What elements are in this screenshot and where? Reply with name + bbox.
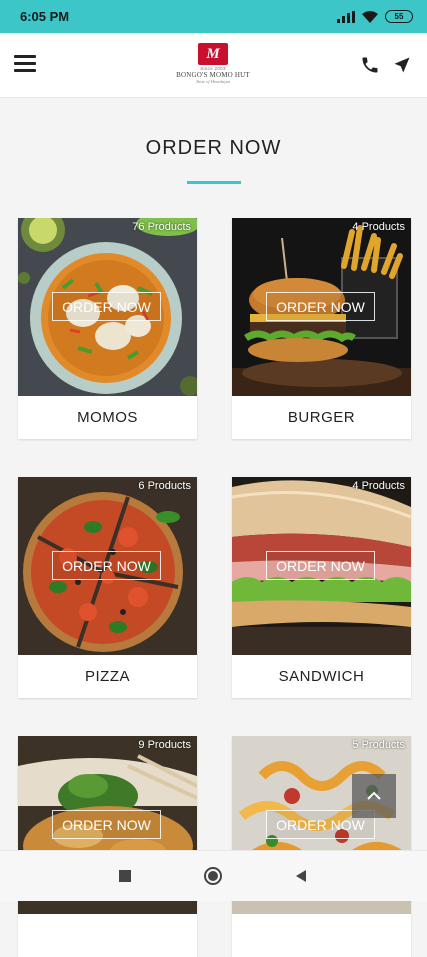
product-count: 4 Products — [352, 480, 405, 492]
menu-icon[interactable] — [14, 55, 36, 73]
product-count: 76 Products — [132, 221, 191, 233]
order-now-button[interactable]: ORDER NOW — [52, 810, 161, 839]
category-name[interactable]: PIZZA — [18, 655, 197, 698]
status-bar: 6:05 PM 55 — [0, 0, 427, 33]
product-count: 4 Products — [352, 221, 405, 233]
category-name[interactable]: SANDWICH — [232, 655, 411, 698]
signal-icon — [337, 10, 355, 23]
pizza-image: 6 Products ORDER NOW — [18, 477, 197, 655]
status-icons: 55 — [337, 10, 413, 23]
phone-icon[interactable] — [360, 55, 380, 75]
momos-image: 76 Products ORDER NOW — [18, 218, 197, 396]
brand-logo[interactable]: M Since 2003 BONGO'S MOMO HUT Taste of H… — [163, 43, 263, 89]
status-time: 6:05 PM — [20, 9, 70, 24]
category-card-momos[interactable]: 76 Products ORDER NOW MOMOS — [18, 218, 197, 439]
order-now-button[interactable]: ORDER NOW — [266, 292, 375, 321]
order-now-button[interactable]: ORDER NOW — [266, 551, 375, 580]
navigation-icon[interactable] — [392, 55, 412, 75]
system-nav-bar — [0, 850, 427, 901]
category-card-5[interactable]: 9 Products ORDER NOW — [18, 736, 197, 957]
category-card-sandwich[interactable]: 4 Products ORDER NOW SANDWICH — [232, 477, 411, 698]
square-icon[interactable] — [114, 865, 136, 887]
category-name[interactable]: MOMOS — [18, 396, 197, 439]
title-underline — [187, 181, 241, 184]
back-triangle-icon[interactable] — [290, 865, 312, 887]
burger-image: 4 Products ORDER NOW — [232, 218, 411, 396]
category-card-6[interactable]: 5 Products ORDER NOW — [232, 736, 411, 957]
product-count: 6 Products — [138, 480, 191, 492]
order-now-button[interactable]: ORDER NOW — [52, 292, 161, 321]
category-card-burger[interactable]: 4 Products ORDER NOW BURGER — [232, 218, 411, 439]
chevron-up-icon — [367, 791, 381, 800]
page-title: ORDER NOW — [145, 137, 282, 159]
order-now-button[interactable]: ORDER NOW — [52, 551, 161, 580]
wifi-icon — [362, 10, 378, 23]
app-header: M Since 2003 BONGO'S MOMO HUT Taste of H… — [0, 33, 427, 98]
battery-icon: 55 — [385, 10, 413, 23]
category-name[interactable] — [18, 914, 197, 957]
logo-mark: M — [198, 43, 228, 65]
category-name[interactable]: BURGER — [232, 396, 411, 439]
category-name[interactable] — [232, 914, 411, 957]
scroll-to-top-button[interactable] — [352, 774, 396, 818]
category-card-pizza[interactable]: 6 Products ORDER NOW PIZZA — [18, 477, 197, 698]
product-count: 5 Products — [352, 739, 405, 751]
sandwich-image: 4 Products ORDER NOW — [232, 477, 411, 655]
circle-icon[interactable] — [202, 865, 224, 887]
product-count: 9 Products — [138, 739, 191, 751]
